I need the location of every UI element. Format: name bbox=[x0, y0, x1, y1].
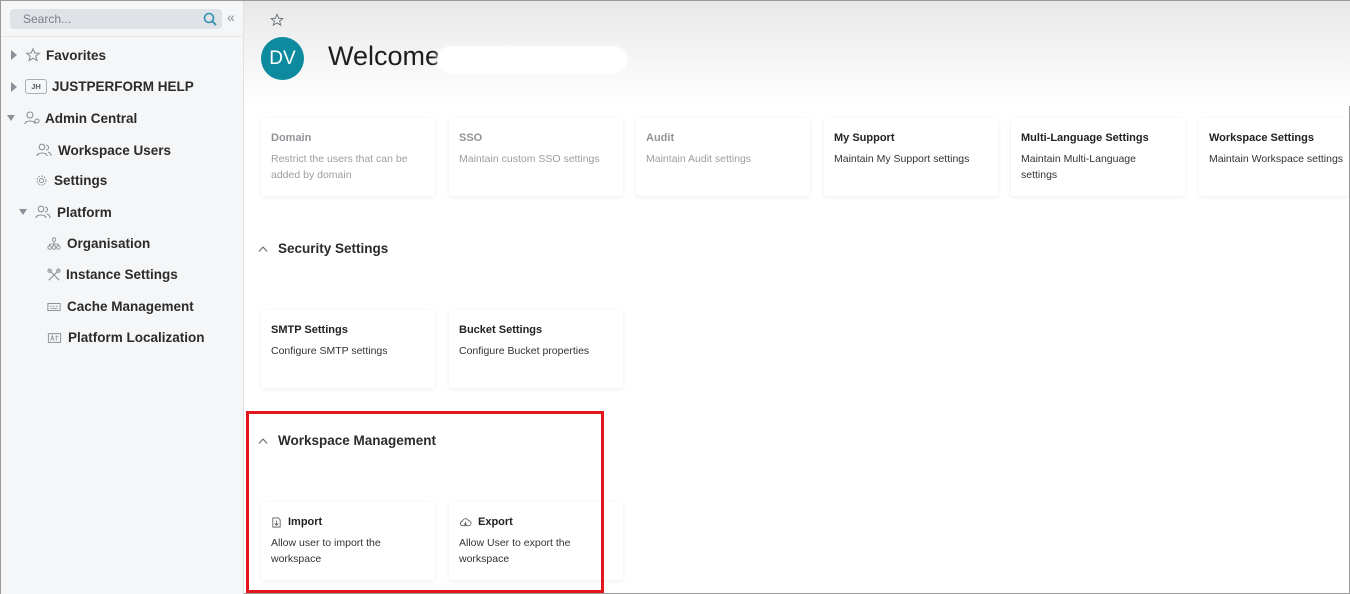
card-description: Configure Bucket properties bbox=[459, 345, 590, 357]
card-multi-language-settings[interactable]: Multi-Language Settings Maintain Multi-L… bbox=[1011, 118, 1185, 196]
sidebar-item-label: Platform Localization bbox=[68, 330, 205, 345]
card-title: SSO bbox=[459, 132, 483, 144]
gear-icon bbox=[36, 175, 47, 186]
sidebar-item-platform[interactable]: Platform bbox=[18, 204, 112, 220]
card-audit[interactable]: Audit Maintain Audit settings bbox=[636, 118, 810, 196]
card-title: SMTP Settings bbox=[271, 324, 348, 336]
collapse-sidebar-icon[interactable]: « bbox=[227, 9, 239, 25]
users-icon bbox=[35, 205, 51, 219]
card-title: Bucket Settings bbox=[459, 324, 543, 336]
card-title: Audit bbox=[646, 132, 675, 144]
card-domain[interactable]: Domain Restrict the users that can be ad… bbox=[261, 118, 435, 196]
sidebar-item-instance-settings[interactable]: Instance Settings bbox=[47, 267, 178, 282]
card-title: Domain bbox=[271, 132, 312, 144]
card-workspace-settings[interactable]: Workspace Settings Maintain Workspace se… bbox=[1199, 118, 1349, 196]
card-description: Restrict the users that can be added by … bbox=[271, 153, 408, 181]
header: DV Welcome bbox=[244, 1, 1350, 106]
card-title: Workspace Settings bbox=[1209, 132, 1314, 144]
sidebar-item-admin-central[interactable]: Admin Central bbox=[6, 110, 137, 126]
sidebar-item-label: Favorites bbox=[46, 47, 107, 63]
card-description: Maintain Multi-Language settings bbox=[1021, 153, 1136, 181]
section-security-settings[interactable]: Security Settings bbox=[258, 241, 388, 256]
caret-down-icon[interactable] bbox=[18, 208, 28, 216]
card-bucket-settings[interactable]: Bucket Settings Configure Bucket propert… bbox=[449, 310, 623, 388]
card-description: Maintain Audit settings bbox=[646, 153, 752, 165]
sidebar-item-label: Organisation bbox=[67, 236, 151, 251]
card-title: My Support bbox=[834, 132, 895, 144]
sidebar-item-platform-localization[interactable]: Platform Localization bbox=[47, 330, 205, 345]
section-title: Security Settings bbox=[278, 241, 389, 256]
card-description: Configure SMTP settings bbox=[271, 345, 388, 357]
search-input[interactable] bbox=[10, 9, 200, 29]
card-title: Multi-Language Settings bbox=[1021, 132, 1149, 144]
translate-icon bbox=[47, 332, 62, 343]
card-smtp-settings[interactable]: SMTP Settings Configure SMTP settings bbox=[261, 310, 435, 388]
tools-icon bbox=[47, 267, 61, 281]
divider bbox=[1, 36, 244, 37]
sidebar-item-label: Admin Central bbox=[45, 110, 138, 126]
sidebar-item-label: Cache Management bbox=[67, 299, 194, 314]
caret-right-icon[interactable] bbox=[10, 81, 18, 93]
sidebar-item-organisation[interactable]: Organisation bbox=[47, 236, 150, 251]
org-chart-icon bbox=[47, 236, 61, 250]
sidebar-item-label: Platform bbox=[57, 204, 112, 220]
sidebar-item-justperform-help[interactable]: JH JUSTPERFORM HELP bbox=[10, 79, 194, 94]
redacted-username bbox=[437, 47, 627, 73]
caret-right-icon[interactable] bbox=[10, 49, 18, 61]
search-box bbox=[10, 9, 222, 29]
card-description: Maintain custom SSO settings bbox=[459, 153, 600, 165]
users-icon bbox=[36, 143, 52, 157]
sidebar-item-workspace-users[interactable]: Workspace Users bbox=[36, 142, 171, 158]
card-my-support[interactable]: My Support Maintain My Support settings bbox=[824, 118, 998, 196]
keyboard-icon bbox=[47, 302, 61, 311]
chevron-up-icon[interactable] bbox=[258, 245, 268, 253]
star-icon bbox=[25, 47, 41, 62]
admin-user-icon bbox=[24, 111, 40, 125]
main-content: DV Welcome Domain Restrict the users tha… bbox=[244, 1, 1350, 594]
card-sso[interactable]: SSO Maintain custom SSO settings bbox=[449, 118, 623, 196]
favorite-star-icon[interactable] bbox=[270, 13, 284, 27]
search-icon[interactable] bbox=[203, 12, 217, 26]
sidebar-item-label: Settings bbox=[54, 173, 108, 188]
sidebar-item-label: JUSTPERFORM HELP bbox=[52, 79, 194, 94]
sidebar-item-label: Instance Settings bbox=[66, 267, 178, 282]
card-description: Maintain Workspace settings bbox=[1209, 153, 1344, 165]
sidebar-item-label: Workspace Users bbox=[58, 142, 172, 158]
avatar[interactable]: DV bbox=[261, 37, 304, 80]
sidebar-item-favorites[interactable]: Favorites bbox=[10, 47, 106, 63]
caret-down-icon[interactable] bbox=[6, 114, 16, 122]
sidebar-item-cache-management[interactable]: Cache Management bbox=[47, 299, 194, 314]
sidebar: « Favorites JH JUSTPERFORM HELP Admin Ce… bbox=[1, 1, 244, 594]
page-title: Welcome bbox=[328, 41, 441, 71]
highlight-box bbox=[246, 411, 604, 593]
card-description: Maintain My Support settings bbox=[834, 153, 970, 165]
jh-badge-icon: JH bbox=[25, 79, 47, 94]
sidebar-item-settings[interactable]: Settings bbox=[35, 173, 107, 188]
